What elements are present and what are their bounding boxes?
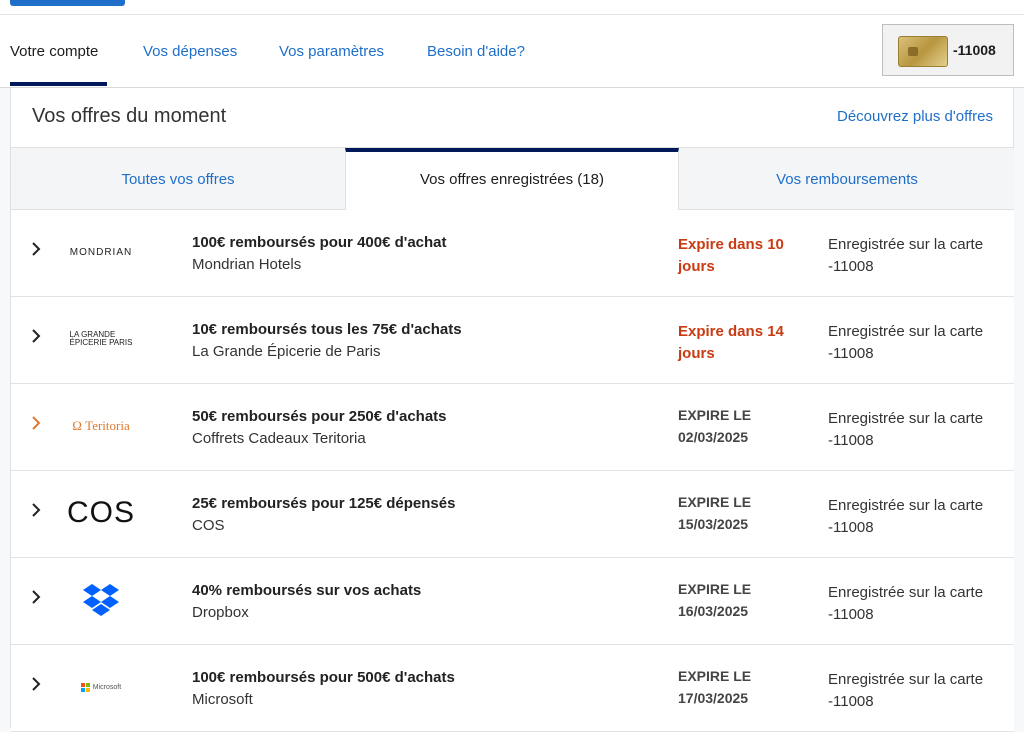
chevron-right-icon[interactable] — [31, 329, 45, 349]
offer-row[interactable]: Microsoft 100€ remboursés pour 500€ d'ac… — [11, 645, 1014, 732]
offer-expiry: EXPIRE LE 02/03/2025 — [678, 407, 752, 445]
offer-title: 25€ remboursés pour 125€ dépensés — [192, 495, 456, 512]
offer-expiry: EXPIRE LE 15/03/2025 — [678, 494, 752, 532]
offer-registered: Enregistrée sur la carte -11008 — [828, 236, 984, 275]
offer-row[interactable]: Ω Teritoria 50€ remboursés pour 250€ d'a… — [11, 384, 1014, 471]
chevron-right-icon[interactable] — [31, 677, 45, 697]
tab-toutes-offres[interactable]: Toutes vos offres — [11, 148, 345, 210]
offers-tabs: Toutes vos offres Vos offres enregistrée… — [11, 147, 1014, 211]
offer-row[interactable]: MONDRIAN 100€ remboursés pour 400€ d'ach… — [11, 210, 1014, 297]
offer-title: 100€ remboursés pour 500€ d'achats — [192, 669, 455, 686]
teritoria-logo: Ω Teritoria — [72, 418, 130, 433]
offer-merchant: Mondrian Hotels — [192, 256, 302, 273]
offer-title: 10€ remboursés tous les 75€ d'achats — [192, 321, 462, 338]
offer-expiry: Expire dans 14 jours — [678, 323, 784, 362]
offer-merchant: La Grande Épicerie de Paris — [192, 343, 381, 360]
nav-besoin-aide[interactable]: Besoin d'aide? — [427, 43, 525, 60]
nav-vos-depenses[interactable]: Vos dépenses — [143, 43, 237, 60]
offer-expiry: Expire dans 10 jours — [678, 236, 784, 275]
nav-active-underline — [10, 82, 107, 86]
offer-title: 40% remboursés sur vos achats — [192, 582, 422, 599]
card-selector[interactable]: -11008 — [882, 24, 1014, 76]
dropbox-logo — [51, 578, 151, 622]
offers-panel: Vos offres du moment Découvrez plus d'of… — [10, 88, 1014, 732]
main-nav: Votre compte Vos dépenses Vos paramètres… — [0, 15, 1024, 88]
offer-registered: Enregistrée sur la carte -11008 — [828, 410, 984, 449]
offer-expiry: EXPIRE LE 16/03/2025 — [678, 581, 752, 619]
tab-remboursements[interactable]: Vos remboursements — [680, 148, 1014, 210]
offer-merchant: Dropbox — [192, 604, 249, 621]
grande-epicerie-logo: LA GRANDE ÉPICERIE PARIS — [69, 330, 133, 347]
offer-registered: Enregistrée sur la carte -11008 — [828, 323, 984, 362]
offer-merchant: Microsoft — [192, 691, 253, 708]
discover-more-link[interactable]: Découvrez plus d'offres — [837, 108, 993, 125]
top-blue-button[interactable] — [10, 0, 125, 6]
nav-vos-parametres[interactable]: Vos paramètres — [279, 43, 384, 60]
offer-title: 50€ remboursés pour 250€ d'achats — [192, 408, 447, 425]
tab-offres-enregistrees[interactable]: Vos offres enregistrées (18) — [345, 148, 679, 211]
offer-expiry: EXPIRE LE 17/03/2025 — [678, 668, 752, 706]
offer-registered: Enregistrée sur la carte -11008 — [828, 497, 984, 536]
chevron-right-icon[interactable] — [31, 416, 45, 436]
microsoft-logo: Microsoft — [51, 665, 151, 709]
offer-row[interactable]: 40% remboursés sur vos achats Dropbox EX… — [11, 558, 1014, 645]
gold-card-icon — [898, 36, 948, 67]
nav-votre-compte[interactable]: Votre compte — [10, 43, 98, 60]
offer-row[interactable]: LA GRANDE ÉPICERIE PARIS 10€ remboursés t… — [11, 297, 1014, 384]
page-title: Vos offres du moment — [32, 105, 227, 127]
offer-registered: Enregistrée sur la carte -11008 — [828, 671, 984, 710]
offer-title: 100€ remboursés pour 400€ d'achat — [192, 234, 447, 251]
chevron-right-icon[interactable] — [31, 242, 45, 262]
offer-merchant: COS — [192, 517, 225, 534]
top-bar — [0, 0, 1024, 15]
cos-logo: COS — [66, 496, 135, 529]
chevron-right-icon[interactable] — [31, 503, 45, 523]
offer-row[interactable]: COS 25€ remboursés pour 125€ dépensés CO… — [11, 471, 1014, 558]
mondrian-logo: MONDRIAN — [69, 246, 133, 258]
offer-registered: Enregistrée sur la carte -11008 — [828, 584, 984, 623]
chevron-right-icon[interactable] — [31, 590, 45, 610]
offer-merchant: Coffrets Cadeaux Teritoria — [192, 430, 366, 447]
card-number: -11008 — [953, 42, 996, 58]
